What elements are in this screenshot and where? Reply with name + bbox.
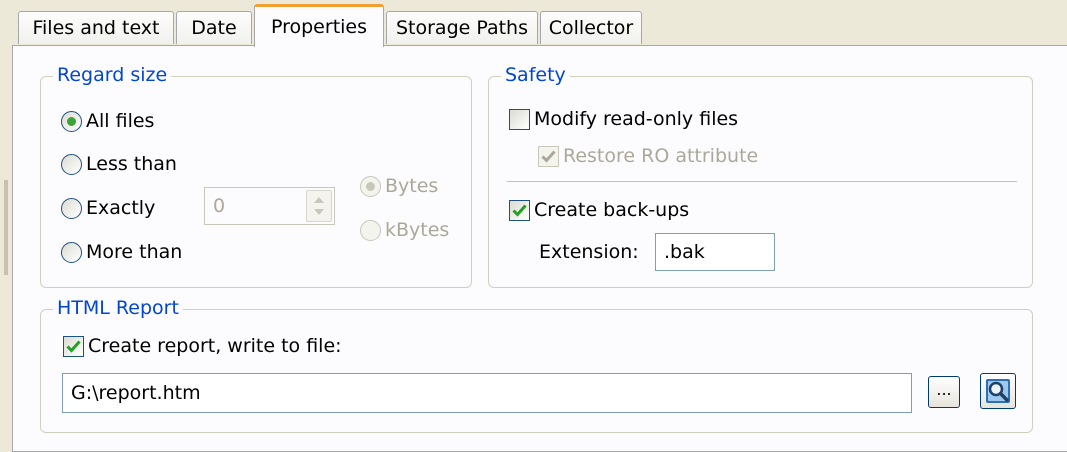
create-report-checkbox[interactable]: Create report, write to file: xyxy=(63,335,342,357)
checkbox[interactable] xyxy=(63,335,84,357)
radio-bytes[interactable]: Bytes xyxy=(360,175,438,197)
checkmark-icon xyxy=(541,150,556,163)
html-report-group: HTML Report xyxy=(40,297,1033,433)
radio-all-files[interactable]: All files xyxy=(61,110,154,132)
spin-up-icon[interactable] xyxy=(314,197,324,203)
safety-divider xyxy=(507,181,1017,182)
report-path-input[interactable]: G:\report.htm xyxy=(62,373,912,413)
tab-collector[interactable]: Collector xyxy=(540,11,642,44)
spin-down-icon[interactable] xyxy=(314,209,324,215)
radio-button[interactable] xyxy=(61,153,82,175)
tab-properties[interactable]: Properties xyxy=(254,4,384,47)
tab-storage-paths[interactable]: Storage Paths xyxy=(386,11,538,44)
create-backups-checkbox[interactable]: Create back-ups xyxy=(509,199,689,221)
view-report-button[interactable] xyxy=(980,373,1016,409)
radio-button[interactable] xyxy=(61,241,82,263)
spinner-buttons[interactable] xyxy=(306,190,332,222)
radio-exactly[interactable]: Exactly xyxy=(61,197,155,219)
radio-button[interactable] xyxy=(360,219,381,241)
checkmark-icon xyxy=(512,204,527,217)
checkbox[interactable] xyxy=(509,199,530,221)
extension-input[interactable]: .bak xyxy=(655,233,775,271)
tab-date[interactable]: Date xyxy=(176,11,252,44)
ellipsis-icon: ... xyxy=(936,379,952,399)
tab-strip: Files and text Date Properties Storage P… xyxy=(10,0,1067,47)
browse-button[interactable]: ... xyxy=(928,376,960,408)
radio-less-than[interactable]: Less than xyxy=(61,153,177,175)
checkbox[interactable] xyxy=(538,145,559,167)
radio-more-than[interactable]: More than xyxy=(61,241,182,263)
regard-size-title: Regard size xyxy=(53,64,172,86)
checkbox[interactable] xyxy=(509,108,530,130)
radio-button[interactable] xyxy=(61,197,82,219)
radio-button[interactable] xyxy=(360,175,381,197)
modify-readonly-checkbox[interactable]: Modify read-only files xyxy=(509,108,738,130)
restore-ro-checkbox[interactable]: Restore RO attribute xyxy=(538,145,758,167)
radio-kbytes[interactable]: kBytes xyxy=(360,219,449,241)
extension-label: Extension: xyxy=(539,241,639,263)
html-report-title: HTML Report xyxy=(53,297,183,319)
tab-files-and-text[interactable]: Files and text xyxy=(18,11,174,44)
checkmark-icon xyxy=(66,340,81,353)
radio-button[interactable] xyxy=(61,110,82,132)
splitter-grip[interactable] xyxy=(4,180,8,275)
magnifier-icon xyxy=(986,379,1010,403)
safety-title: Safety xyxy=(501,64,570,86)
